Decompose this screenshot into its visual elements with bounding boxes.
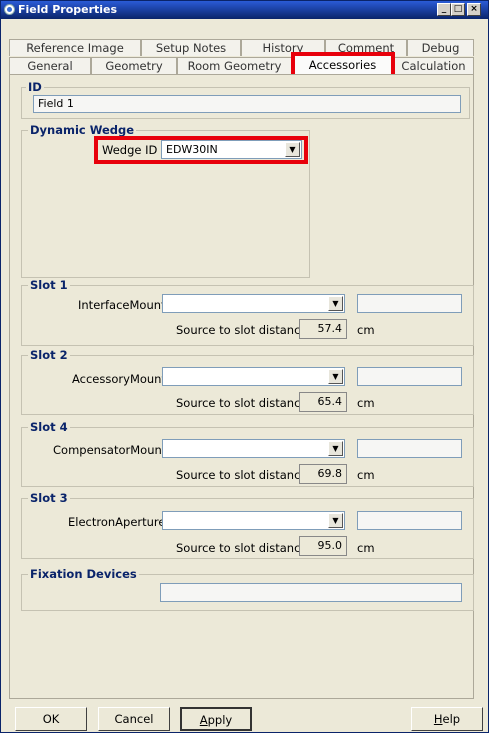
minimize-button[interactable]: _ bbox=[437, 3, 451, 16]
slot-1-unit: cm bbox=[357, 323, 375, 337]
slot-3-extra-field[interactable] bbox=[357, 511, 462, 530]
wedge-id-highlight bbox=[94, 136, 308, 164]
slot-2-unit: cm bbox=[357, 396, 375, 410]
slot-3-distance-label: Source to slot distance bbox=[176, 541, 308, 555]
chevron-down-icon[interactable]: ▼ bbox=[328, 513, 343, 528]
slot-4-distance-field[interactable]: 69.8 bbox=[299, 464, 347, 484]
slot-1-distance-field[interactable]: 57.4 bbox=[299, 319, 347, 339]
title-bar[interactable]: Field Properties _ □ × bbox=[1, 1, 488, 19]
slot-2-mount-label: AccessoryMount bbox=[72, 372, 166, 386]
chevron-down-icon[interactable]: ▼ bbox=[328, 441, 343, 456]
fixation-devices-field[interactable] bbox=[160, 583, 462, 602]
slot-3-mount-label: ElectronAperture bbox=[68, 515, 166, 529]
slot-2-distance-label: Source to slot distance bbox=[176, 396, 308, 410]
tab-debug[interactable]: Debug bbox=[407, 39, 474, 56]
slot-2-distance-field[interactable]: 65.4 bbox=[299, 392, 347, 412]
tab-setup-notes[interactable]: Setup Notes bbox=[141, 39, 241, 56]
apply-mnemonic: A bbox=[199, 713, 208, 727]
tab-room-geometry[interactable]: Room Geometry bbox=[177, 57, 292, 74]
dynamic-wedge-title: Dynamic Wedge bbox=[28, 123, 137, 137]
slot-3-mount-select[interactable]: ▼ bbox=[162, 511, 345, 530]
slot-1-distance-label: Source to slot distance bbox=[176, 323, 308, 337]
id-group-title: ID bbox=[26, 80, 44, 94]
field-id-input[interactable]: Field 1 bbox=[33, 95, 461, 113]
chevron-down-icon[interactable]: ▼ bbox=[328, 369, 343, 384]
close-button[interactable]: × bbox=[467, 3, 481, 16]
apply-button[interactable]: Apply bbox=[180, 707, 252, 731]
slot-4-distance-label: Source to slot distance bbox=[176, 468, 308, 482]
slot-3-distance-field[interactable]: 95.0 bbox=[299, 536, 347, 556]
slot-1-title: Slot 1 bbox=[28, 278, 70, 292]
slot-4-mount-select[interactable]: ▼ bbox=[162, 439, 345, 458]
tab-reference-image[interactable]: Reference Image bbox=[9, 39, 141, 56]
slot-4-mount-label: CompensatorMount bbox=[53, 443, 167, 457]
slot-2-mount-select[interactable]: ▼ bbox=[162, 367, 345, 386]
help-button[interactable]: Help bbox=[411, 707, 483, 731]
apply-label: pply bbox=[207, 713, 233, 727]
tab-geometry[interactable]: Geometry bbox=[91, 57, 177, 74]
chevron-down-icon[interactable]: ▼ bbox=[328, 296, 343, 311]
fixation-devices-title: Fixation Devices bbox=[28, 567, 139, 581]
cancel-button[interactable]: Cancel bbox=[98, 707, 170, 731]
app-icon bbox=[4, 4, 15, 15]
field-properties-dialog: Field Properties _ □ × Reference Image S… bbox=[0, 0, 489, 733]
help-mnemonic: H bbox=[433, 712, 443, 726]
slot-2-title: Slot 2 bbox=[28, 348, 70, 362]
slot-3-unit: cm bbox=[357, 541, 375, 555]
help-label: elp bbox=[442, 712, 461, 726]
slot-1-mount-label: InterfaceMount bbox=[78, 298, 166, 312]
slot-4-extra-field[interactable] bbox=[357, 439, 462, 458]
slot-4-title: Slot 4 bbox=[28, 420, 70, 434]
slot-2-extra-field[interactable] bbox=[357, 367, 462, 386]
slot-1-mount-select[interactable]: ▼ bbox=[162, 294, 345, 313]
maximize-button[interactable]: □ bbox=[451, 3, 465, 16]
ok-button[interactable]: OK bbox=[15, 707, 87, 731]
window-title: Field Properties bbox=[18, 3, 118, 16]
slot-3-title: Slot 3 bbox=[28, 491, 70, 505]
slot-1-extra-field[interactable] bbox=[357, 294, 462, 313]
tab-calculation[interactable]: Calculation bbox=[393, 57, 474, 74]
slot-4-unit: cm bbox=[357, 468, 375, 482]
tab-general[interactable]: General bbox=[9, 57, 91, 74]
